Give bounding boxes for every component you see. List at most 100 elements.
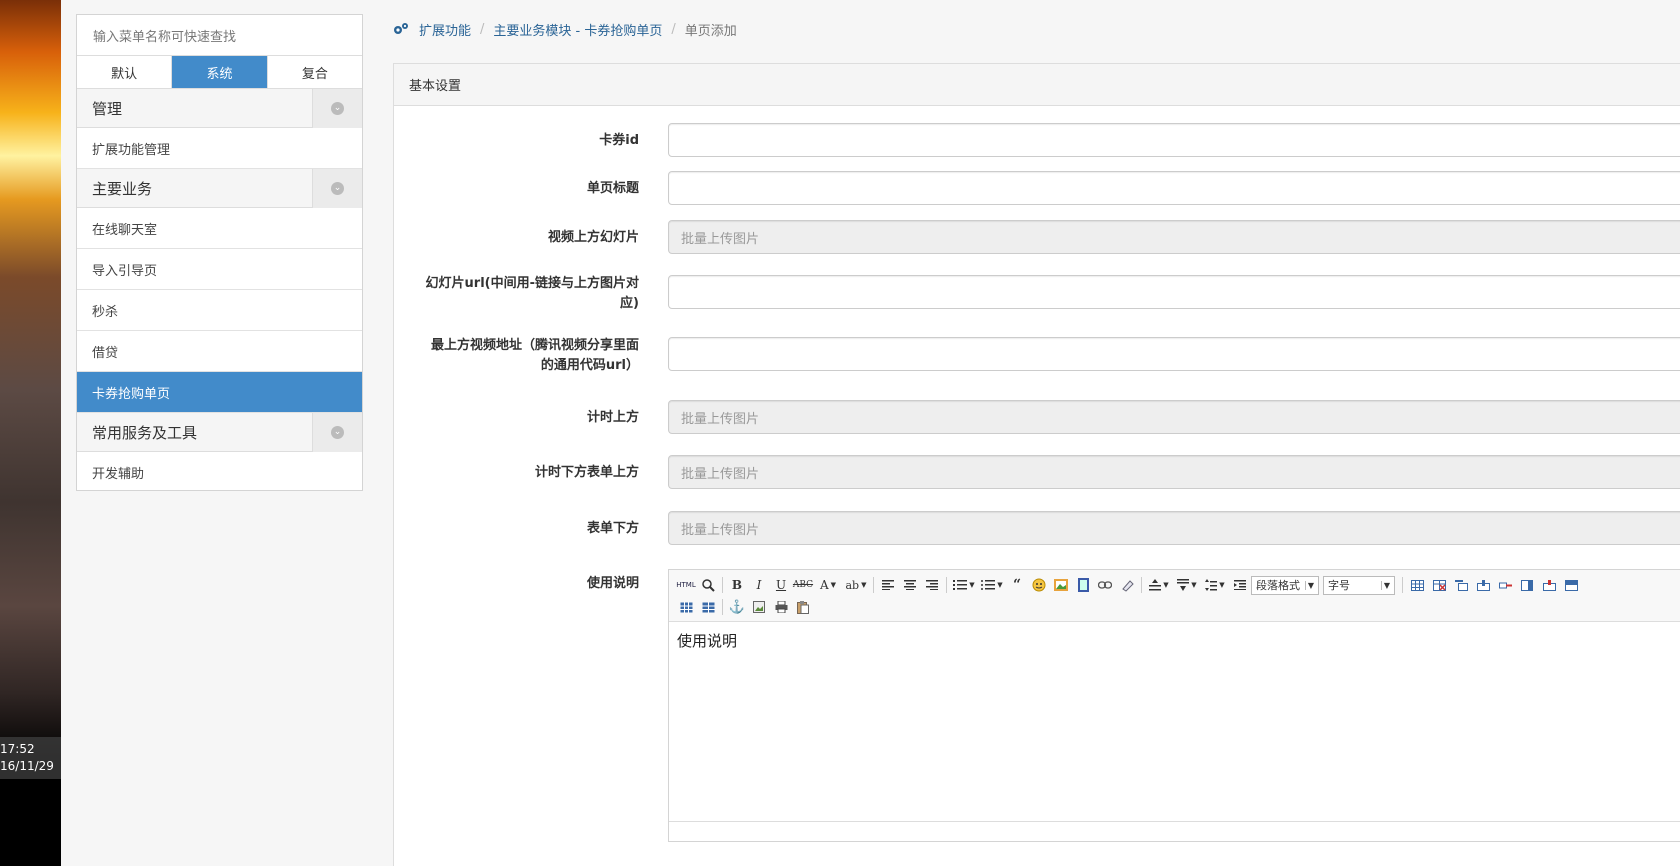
mode-tabs: 默认 系统 复合	[77, 56, 362, 89]
indent-icon[interactable]	[1229, 575, 1251, 595]
timer-top-upload[interactable]: 批量上传图片	[668, 400, 1680, 434]
menu-search-input[interactable]: 输入菜单名称可快速查找	[77, 15, 362, 56]
sidebar-item-coupon-page[interactable]: 卡券抢购单页	[77, 372, 362, 413]
group-toggle-button[interactable]: ⌄	[312, 412, 362, 452]
strikethrough-icon[interactable]: ABC	[792, 575, 814, 595]
field-label-line: 幻灯片url(中间用-链接与上方图片对	[425, 276, 639, 291]
preview-icon[interactable]	[697, 575, 719, 595]
image-icon[interactable]	[1050, 575, 1072, 595]
delete-row-icon[interactable]	[1494, 575, 1516, 595]
field-label: 卡券id	[599, 133, 639, 148]
taskbar-clock: 17:52 16/11/29	[0, 737, 61, 779]
gears-icon	[393, 22, 409, 36]
sidebar: 输入菜单名称可快速查找 默认 系统 复合 管理 ⌄ 扩展功能管理 主要业务 ⌄ …	[76, 14, 363, 491]
sidebar-group-manage[interactable]: 管理 ⌄	[77, 88, 362, 128]
toolbar-separator	[1402, 577, 1403, 593]
merge-right-icon[interactable]	[675, 597, 697, 617]
sidebar-item-dev-assist[interactable]: 开发辅助	[77, 452, 362, 493]
bold-icon[interactable]: B	[726, 575, 748, 595]
coupon-id-input[interactable]	[668, 123, 1680, 157]
editor-statusbar	[669, 821, 1680, 841]
sidebar-group-label: 常用服务及工具	[92, 423, 198, 442]
paste-icon[interactable]	[792, 597, 814, 617]
paragraph-format-select[interactable]: 段落格式 ▼	[1251, 575, 1319, 595]
group-toggle-button[interactable]: ⌄	[312, 168, 362, 208]
menu-search-placeholder: 输入菜单名称可快速查找	[93, 29, 237, 45]
sidebar-item-flash-sale[interactable]: 秒杀	[77, 290, 362, 331]
slide-url-input[interactable]	[668, 275, 1680, 309]
highlight-icon[interactable]: ab ▼	[842, 575, 870, 595]
field-label-line: 的通用代码url）	[540, 358, 639, 373]
breadcrumb-link-extension[interactable]: 扩展功能	[419, 20, 471, 39]
insert-table-icon[interactable]	[1406, 575, 1428, 595]
sidebar-item-chatroom[interactable]: 在线聊天室	[77, 208, 362, 249]
toolbar-separator	[1141, 577, 1142, 593]
html-source-button[interactable]: HTML	[675, 575, 697, 595]
video-icon[interactable]	[1072, 575, 1094, 595]
video-top-slides-upload[interactable]: 批量上传图片	[668, 220, 1680, 254]
insert-row-icon[interactable]	[1472, 575, 1494, 595]
font-size-value: 字号	[1328, 579, 1350, 592]
italic-icon[interactable]: I	[748, 575, 770, 595]
align-right-icon[interactable]	[921, 575, 943, 595]
sidebar-group-services-tools[interactable]: 常用服务及工具 ⌄	[77, 412, 362, 452]
admin-app: 输入菜单名称可快速查找 默认 系统 复合 管理 ⌄ 扩展功能管理 主要业务 ⌄ …	[61, 0, 1680, 866]
ordered-list-icon[interactable]: ▼	[950, 575, 978, 595]
clock-date: 16/11/29	[0, 759, 54, 773]
anchor-icon[interactable]: ⚓	[726, 597, 748, 617]
field-label: 计时上方	[586, 410, 639, 425]
tab-default[interactable]: 默认	[77, 56, 173, 88]
unordered-list-icon[interactable]: ▼	[978, 575, 1006, 595]
field-label: 表单下方	[586, 521, 639, 536]
merge-down-icon[interactable]	[697, 597, 719, 617]
field-label: 视频上方幻灯片	[547, 230, 639, 245]
chevron-down-icon: ⌄	[331, 425, 344, 439]
breadcrumb: 扩展功能 / 主要业务模块 - 卡券抢购单页 / 单页添加	[393, 19, 737, 39]
row-spacing-top-icon[interactable]: ▼	[1145, 575, 1173, 595]
underline-icon[interactable]: U	[770, 575, 792, 595]
panel-heading: 基本设置	[394, 64, 1680, 106]
align-left-icon[interactable]	[877, 575, 899, 595]
delete-col-icon[interactable]	[1538, 575, 1560, 595]
toolbar-separator	[873, 577, 874, 593]
font-size-select[interactable]: 字号 ▼	[1323, 575, 1395, 595]
emoticon-icon[interactable]	[1028, 575, 1050, 595]
link-icon[interactable]	[1094, 575, 1116, 595]
print-icon[interactable]	[770, 597, 792, 617]
caret-down-icon: ▼	[1380, 580, 1390, 590]
sidebar-item-extension-manage[interactable]: 扩展功能管理	[77, 128, 362, 169]
insert-image-icon[interactable]	[748, 597, 770, 617]
field-label-line: 最上方视频地址（腾讯视频分享里面	[430, 338, 639, 353]
editor-content[interactable]: 使用说明	[669, 622, 1680, 659]
line-height-icon[interactable]: ▼	[1201, 575, 1229, 595]
tab-system[interactable]: 系统	[172, 56, 268, 88]
align-center-icon[interactable]	[899, 575, 921, 595]
merge-cells-icon[interactable]	[1560, 575, 1582, 595]
breadcrumb-current: 单页添加	[684, 23, 737, 39]
blockquote-icon[interactable]: “	[1006, 575, 1028, 595]
field-label: 幻灯片url(中间用-链接与上方图片对 应)	[409, 274, 639, 314]
insert-col-icon[interactable]	[1516, 575, 1538, 595]
chevron-down-icon: ⌄	[331, 101, 344, 115]
video-url-input[interactable]	[668, 337, 1680, 371]
rich-text-editor: HTML B I U ABC A ▼ ab ▼ ▼ ▼ “ ▼ ▼ ▼ 段落格式…	[668, 569, 1680, 842]
table-caption-icon[interactable]	[1450, 575, 1472, 595]
eraser-icon[interactable]	[1116, 575, 1138, 595]
sidebar-item-loan[interactable]: 借贷	[77, 331, 362, 372]
tab-composite[interactable]: 复合	[268, 56, 362, 88]
sidebar-group-label: 主要业务	[92, 179, 153, 198]
timer-bottom-upload[interactable]: 批量上传图片	[668, 455, 1680, 489]
form-bottom-upload[interactable]: 批量上传图片	[668, 511, 1680, 545]
toolbar-separator	[722, 577, 723, 593]
row-spacing-bottom-icon[interactable]: ▼	[1173, 575, 1201, 595]
field-label-line: 应)	[620, 296, 639, 311]
toolbar-row: ⚓	[675, 596, 1680, 618]
caret-down-icon: ▼	[1304, 580, 1314, 590]
sidebar-item-guide-page[interactable]: 导入引导页	[77, 249, 362, 290]
font-color-icon[interactable]: A ▼	[814, 575, 842, 595]
delete-table-icon[interactable]	[1428, 575, 1450, 595]
sidebar-group-main-business[interactable]: 主要业务 ⌄	[77, 168, 362, 208]
breadcrumb-link-module[interactable]: 主要业务模块 - 卡券抢购单页	[493, 20, 662, 39]
page-title-input[interactable]	[668, 171, 1680, 205]
group-toggle-button[interactable]: ⌄	[312, 88, 362, 128]
